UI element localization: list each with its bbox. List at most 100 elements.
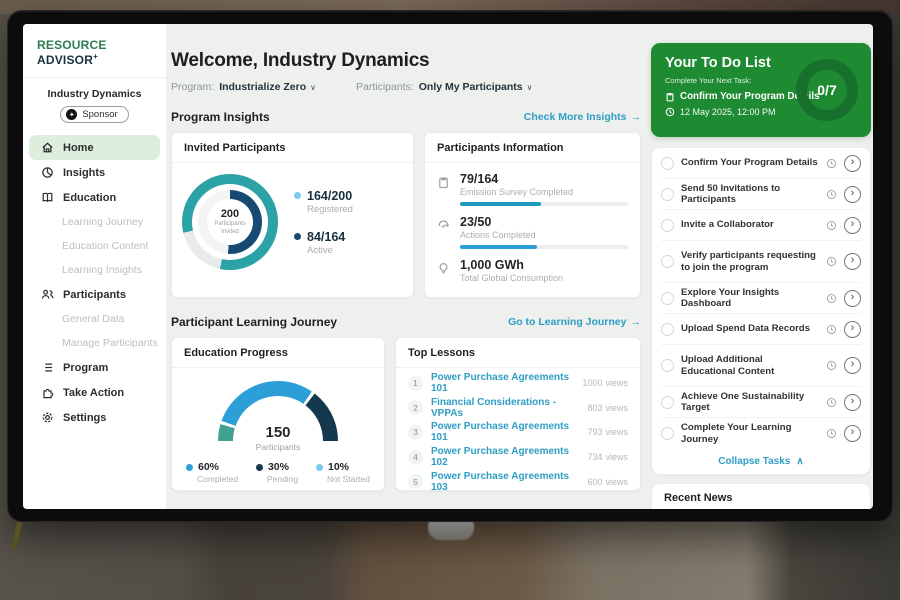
insights-icon (41, 166, 54, 179)
sidebar-item-insights[interactable]: Insights (29, 160, 160, 185)
task-row-complete-journey[interactable]: Complete Your Learning Journey › (661, 418, 861, 449)
chevron-right-button[interactable]: › (844, 321, 861, 338)
take-action-icon (41, 386, 54, 399)
chevron-right-button[interactable]: › (844, 290, 861, 307)
lesson-row: 3 Power Purchase Agreements 101 793views (408, 420, 628, 445)
sidebar-item-label: Home (63, 142, 94, 154)
sidebar-item-label: Settings (63, 412, 106, 424)
legend-label: Active (307, 245, 353, 256)
sidebar-item-education[interactable]: Education (29, 185, 160, 210)
sidebar-item-settings[interactable]: Settings (29, 405, 160, 430)
sidebar-nav: Home Insights Education Learning Journey (23, 133, 166, 432)
lesson-views-label: views (605, 378, 628, 388)
progress-track (460, 245, 628, 249)
sidebar-item-manage-participants[interactable]: Manage Participants (29, 331, 160, 355)
chevron-right-button[interactable]: › (844, 425, 861, 442)
collapse-tasks-link[interactable]: Collapse Tasks∧ (661, 449, 861, 474)
task-row-send-invitations[interactable]: Send 50 Invitations to Participants › (661, 179, 861, 210)
sidebar-item-education-content[interactable]: Education Content (29, 234, 160, 258)
task-checkbox[interactable] (661, 323, 674, 336)
task-label: Confirm Your Program Details (681, 157, 819, 169)
program-filter[interactable]: Program:Industrialize Zero∨ (171, 81, 316, 93)
task-row-upload-educational-content[interactable]: Upload Additional Educational Content › (661, 345, 861, 387)
task-row-verify-participants[interactable]: Verify participants requesting to join t… (661, 241, 861, 283)
sidebar-item-take-action[interactable]: Take Action (29, 380, 160, 405)
donut-ring-outer: 200 Participants Invited (182, 174, 278, 270)
sidebar-item-program[interactable]: Program (29, 355, 160, 380)
sidebar-item-general-data[interactable]: General Data (29, 307, 160, 331)
link-label: Go to Learning Journey (508, 316, 626, 328)
lesson-views: 734 (587, 452, 602, 462)
task-row-invite-collaborator[interactable]: Invite a Collaborator › (661, 210, 861, 241)
task-checkbox[interactable] (661, 157, 674, 170)
logo-primary: RESOURCE (37, 38, 107, 52)
legend-not-started: 10% Not Started (316, 461, 370, 484)
legend-dot-pending (256, 464, 263, 471)
chevron-right-button[interactable]: › (844, 394, 861, 411)
card-title: Education Progress (172, 338, 384, 368)
task-label: Verify participants requesting to join t… (681, 250, 819, 273)
app-logo: RESOURCE ADVISOR+ (23, 36, 166, 78)
desk-background: RESOURCE ADVISOR+ Industry Dynamics ✦ Sp… (0, 0, 900, 600)
sponsor-badge[interactable]: ✦ Sponsor (60, 106, 128, 123)
chevron-right-button[interactable]: › (844, 155, 861, 172)
sidebar-item-participants[interactable]: Participants (29, 282, 160, 307)
donut-legend: 164/200 Registered 84/164 Active (294, 189, 353, 256)
go-to-learning-journey-link[interactable]: Go to Learning Journey → (508, 316, 641, 328)
task-checkbox[interactable] (661, 255, 674, 268)
clock-icon (826, 360, 837, 371)
lesson-link[interactable]: Power Purchase Agreements 102 (431, 446, 576, 468)
task-checkbox[interactable] (661, 427, 674, 440)
card-title: Top Lessons (396, 338, 640, 368)
task-row-explore-insights[interactable]: Explore Your Insights Dashboard › (661, 283, 861, 314)
arrow-right-icon: → (631, 316, 642, 328)
page-title: Welcome, Industry Dynamics (171, 50, 641, 72)
stat-value: 1,000 GWh (460, 258, 563, 272)
lesson-link[interactable]: Financial Considerations - VPPAs (431, 397, 576, 419)
task-checkbox[interactable] (661, 292, 674, 305)
task-checkbox[interactable] (661, 396, 674, 409)
task-label: Upload Additional Educational Content (681, 354, 819, 377)
sidebar-item-label: Take Action (63, 387, 124, 399)
participants-filter-label: Participants: (356, 81, 414, 93)
lesson-link[interactable]: Power Purchase Agreements 103 (431, 471, 576, 493)
chevron-right-button[interactable]: › (844, 357, 861, 374)
chevron-right-button[interactable]: › (844, 253, 861, 270)
lesson-rank: 3 (408, 425, 423, 440)
legend-registered: 164/200 Registered (294, 189, 353, 215)
legend-label: Pending (267, 474, 298, 484)
lesson-link[interactable]: Power Purchase Agreements 101 (431, 372, 571, 394)
sidebar-item-home[interactable]: Home (29, 135, 160, 160)
monitor-bezel: RESOURCE ADVISOR+ Industry Dynamics ✦ Sp… (7, 10, 893, 522)
task-row-achieve-target[interactable]: Achieve One Sustainability Target › (661, 387, 861, 418)
sidebar-item-label: General Data (62, 313, 124, 325)
task-row-upload-spend-data[interactable]: Upload Spend Data Records › (661, 314, 861, 345)
sidebar: RESOURCE ADVISOR+ Industry Dynamics ✦ Sp… (23, 24, 166, 509)
gauge-chart: 150 (218, 381, 338, 441)
task-checkbox[interactable] (661, 359, 674, 372)
legend-dot-active (294, 233, 301, 240)
sidebar-item-learning-journey[interactable]: Learning Journey (29, 210, 160, 234)
card-title: Participants Information (425, 133, 640, 163)
task-row-confirm-program[interactable]: Confirm Your Program Details › (661, 148, 861, 179)
task-checkbox[interactable] (661, 188, 674, 201)
gauge-center-label: Participants (172, 442, 384, 452)
chevron-right-button[interactable]: › (844, 217, 861, 234)
participants-filter[interactable]: Participants:Only My Participants∨ (356, 81, 533, 93)
sidebar-item-learning-insights[interactable]: Learning Insights (29, 258, 160, 282)
dashboard-screen: RESOURCE ADVISOR+ Industry Dynamics ✦ Sp… (23, 24, 873, 509)
sponsor-icon: ✦ (66, 109, 77, 120)
task-label: Send 50 Invitations to Participants (681, 183, 819, 206)
logo-plus: + (93, 52, 98, 61)
participants-icon (41, 288, 54, 301)
check-more-insights-link[interactable]: Check More Insights→ (524, 111, 641, 123)
bulb-icon (437, 262, 450, 275)
task-checkbox[interactable] (661, 219, 674, 232)
chevron-right-button[interactable]: › (844, 186, 861, 203)
lesson-link[interactable]: Power Purchase Agreements 101 (431, 421, 576, 443)
stat-row-emission-survey: 79/164 Emission Survey Completed (437, 172, 628, 206)
task-label: Invite a Collaborator (681, 219, 819, 231)
legend-label: Completed (197, 474, 238, 484)
education-progress-card: Education Progress 150 Participants 60% … (171, 337, 385, 491)
lesson-views: 803 (587, 403, 602, 413)
